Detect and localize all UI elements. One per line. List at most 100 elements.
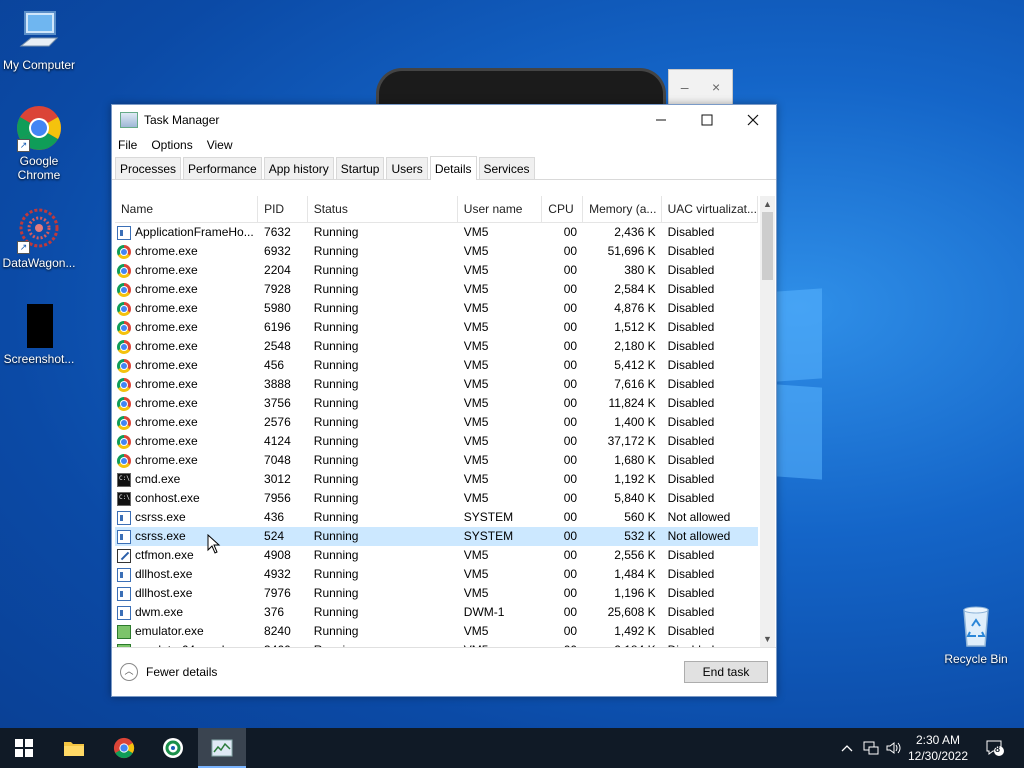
taskbar-file-explorer[interactable] [50, 728, 98, 768]
column-header-memory[interactable]: Memory (a... [583, 196, 662, 222]
clock[interactable]: 2:30 AM 12/30/2022 [900, 732, 976, 764]
table-row[interactable]: chrome.exe 4124 Running VM5 00 37,172 K Disabl… [115, 432, 758, 451]
table-row[interactable]: chrome.exe 6196 Running VM5 00 1,512 K Disable… [115, 318, 758, 337]
cell-status: Running [313, 586, 359, 600]
table-row[interactable]: chrome.exe 7048 Running VM5 00 1,680 K Disable… [115, 451, 758, 470]
cell-memory: 5,840 K [614, 491, 656, 505]
desktop-icon-google-chrome[interactable]: ↗ Google Chrome [0, 104, 78, 182]
column-header-user-name[interactable]: User name [458, 196, 543, 222]
chrome-icon [117, 320, 131, 335]
tab-performance[interactable]: Performance [183, 157, 262, 179]
network-button[interactable] [860, 728, 882, 768]
table-row[interactable]: ApplicationFrameHo... 7632 Running VM5 00 2,4… [115, 223, 758, 242]
cell-memory: 11,824 K [608, 396, 656, 410]
cell-name: conhost.exe [115, 489, 258, 508]
table-row[interactable]: emulator.exe 8240 Running VM5 00 1,492 K Disab… [115, 622, 758, 641]
table-row[interactable]: chrome.exe 7928 Running VM5 00 2,584 K Disable… [115, 280, 758, 299]
cell-pid: 5980 [264, 301, 291, 315]
table-row[interactable]: chrome.exe 6932 Running VM5 00 51,696 K Disabl… [115, 242, 758, 261]
table-row[interactable]: cmd.exe 3012 Running VM5 00 1,192 K Disabled [115, 470, 758, 489]
maximize-button[interactable] [684, 105, 730, 135]
cell-pid: 4908 [264, 548, 291, 562]
column-header-name[interactable]: Name [115, 196, 259, 222]
cell-memory: 25,608 K [607, 605, 656, 619]
emulator-controls: – × [668, 69, 733, 105]
start-button[interactable] [0, 728, 48, 768]
table-row[interactable]: conhost.exe 7956 Running VM5 00 5,840 K Disabl… [115, 489, 758, 508]
cell-cpu: 00 [563, 548, 578, 562]
notification-center-button[interactable]: 8 [980, 728, 1010, 768]
cell-pid: 436 [264, 510, 285, 524]
cell-name: chrome.exe [115, 356, 258, 375]
table-body: ApplicationFrameHo... 7632 Running VM5 00 2,4… [115, 223, 758, 647]
wallpaper-logo-pane [776, 288, 822, 382]
emulator-close-button[interactable]: × [712, 79, 720, 95]
cell-pid: 3756 [264, 396, 291, 410]
scrollbar-thumb[interactable] [762, 212, 773, 280]
tab-startup[interactable]: Startup [335, 157, 385, 179]
table-row[interactable]: chrome.exe 5980 Running VM5 00 4,876 K Disable… [115, 299, 758, 318]
tab-app-history[interactable]: App history [263, 157, 334, 179]
cell-memory: 5,412 K [614, 358, 656, 372]
taskbar-chrome[interactable] [100, 728, 148, 768]
vertical-scrollbar[interactable]: ▲ ▼ [760, 196, 775, 647]
network-icon [863, 741, 879, 755]
column-header-pid[interactable]: PID [258, 196, 308, 222]
cell-uac: Disabled [667, 377, 715, 391]
column-header-cpu[interactable]: CPU [542, 196, 584, 222]
menu-file[interactable]: File [118, 138, 137, 152]
pen-icon [117, 548, 131, 563]
desktop-icon-screenshot[interactable]: Screenshot... [0, 302, 78, 366]
cell-uac: Disabled [667, 301, 715, 315]
scroll-down-icon[interactable]: ▼ [760, 631, 775, 647]
tab-details[interactable]: Details [429, 156, 477, 180]
table-row[interactable]: chrome.exe 3756 Running VM5 00 11,824 K Disabl… [115, 394, 758, 413]
close-button[interactable] [730, 105, 776, 135]
menu-options[interactable]: Options [151, 138, 192, 152]
cell-status: Running [313, 377, 359, 391]
cell-name: ctfmon.exe [115, 546, 258, 565]
cell-status: Running [313, 453, 359, 467]
application-icon [117, 510, 131, 525]
desktop-icon-datawagon[interactable]: ↗ DataWagon... [0, 206, 78, 270]
fewer-details-link[interactable]: ︿ Fewer details [120, 663, 217, 681]
desktop-icon-recycle-bin[interactable]: Recycle Bin [938, 602, 1014, 666]
table-row[interactable]: dllhost.exe 7976 Running VM5 00 1,196 K Disabl… [115, 584, 758, 603]
title-bar[interactable]: Task Manager [112, 105, 776, 135]
table-row[interactable]: chrome.exe 2548 Running VM5 00 2,180 K Disable… [115, 337, 758, 356]
tab-users[interactable]: Users [386, 157, 428, 179]
table-row[interactable]: csrss.exe 436 Running SYSTEM 00 560 K Not allo… [115, 508, 758, 527]
tab-processes[interactable]: Processes [115, 157, 182, 179]
cell-pid: 3012 [264, 472, 291, 486]
cell-user-name: VM5 [463, 491, 489, 505]
scroll-up-icon[interactable]: ▲ [760, 196, 775, 212]
column-header-status[interactable]: Status [308, 196, 458, 222]
emulator-minimize-button[interactable]: – [681, 79, 689, 95]
minimize-button[interactable] [638, 105, 684, 135]
chrome-icon [117, 358, 131, 373]
cell-status: Running [313, 320, 359, 334]
table-row[interactable]: chrome.exe 3888 Running VM5 00 7,616 K Disable… [115, 375, 758, 394]
cell-user-name: VM5 [463, 472, 489, 486]
cell-status: Running [313, 358, 359, 372]
end-task-button[interactable]: End task [684, 661, 768, 683]
cell-status: Running [313, 339, 359, 353]
table-row[interactable]: dwm.exe 376 Running DWM-1 00 25,608 K Disabled [115, 603, 758, 622]
table-row[interactable]: chrome.exe 2204 Running VM5 00 380 K Disabled [115, 261, 758, 280]
application-icon [117, 567, 131, 582]
cell-status: Running [313, 624, 359, 638]
taskbar-app[interactable] [149, 728, 197, 768]
recycle-bin-label: Recycle Bin [944, 652, 1008, 666]
column-header-uac-virtualization[interactable]: UAC virtualizat... [662, 196, 758, 222]
desktop-icon-my-computer[interactable]: My Computer [0, 8, 78, 72]
tab-services[interactable]: Services [478, 157, 535, 179]
taskbar-task-manager[interactable] [198, 728, 246, 768]
cell-uac: Not allowed [667, 529, 731, 543]
table-row[interactable]: chrome.exe 2576 Running VM5 00 1,400 K Disable… [115, 413, 758, 432]
table-row[interactable]: chrome.exe 456 Running VM5 00 5,412 K Disabled [115, 356, 758, 375]
table-row[interactable]: dllhost.exe 4932 Running VM5 00 1,484 K Disabl… [115, 565, 758, 584]
show-hidden-icons-button[interactable] [838, 728, 856, 768]
cell-memory: 1,484 K [614, 567, 656, 581]
menu-view[interactable]: View [207, 138, 233, 152]
process-name: conhost.exe [135, 491, 200, 505]
